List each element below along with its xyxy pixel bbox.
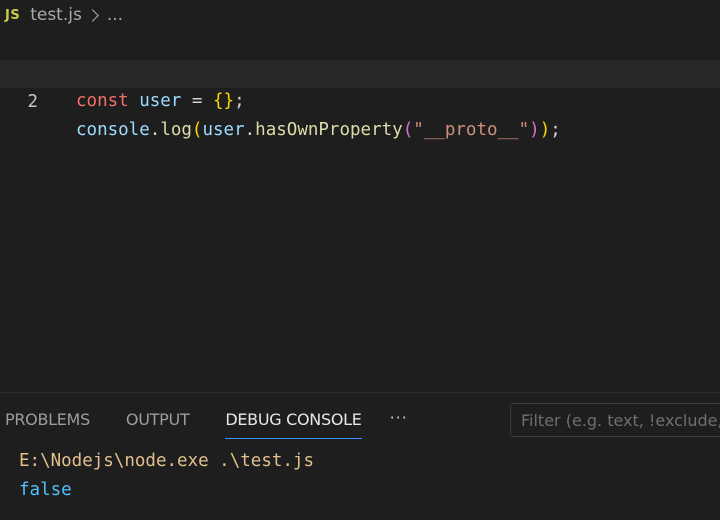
token-paren: ) [529, 120, 540, 140]
line-number: 2 [27, 92, 38, 112]
code-line[interactable]: 1 const user = {}; [0, 31, 720, 111]
token-function: hasOwnProperty [255, 120, 403, 140]
token-operator: = [181, 91, 213, 111]
chevron-right-icon [85, 9, 99, 22]
tab-debug-console[interactable]: DEBUG CONSOLE [225, 393, 362, 439]
token-paren: ) [539, 120, 551, 140]
console-output-line: false [19, 480, 72, 500]
token-brace: {} [213, 91, 235, 111]
token-variable: user [202, 120, 245, 140]
code-line-current[interactable]: 2 console.log(user.hasOwnProperty("__pro… [0, 60, 720, 140]
token-semicolon: ; [234, 91, 245, 111]
breadcrumb: JS test.js ... [0, 0, 720, 30]
token-paren: ( [191, 120, 203, 140]
breadcrumb-more[interactable]: ... [107, 5, 123, 25]
panel-tabs: PROBLEMS OUTPUT DEBUG CONSOLE ··· [0, 393, 408, 439]
token-string: "__proto__" [413, 120, 530, 140]
code-content: console.log(user.hasOwnProperty("__proto… [76, 116, 561, 144]
tab-problems[interactable]: PROBLEMS [5, 393, 90, 439]
bottom-panel: PROBLEMS OUTPUT DEBUG CONSOLE ··· E:\Nod… [0, 392, 720, 520]
token-dot: . [149, 120, 161, 140]
token-variable: user [139, 91, 182, 111]
debug-console-output: E:\Nodejs\node.exe .\test.js false [19, 447, 314, 505]
token-dot: . [244, 120, 256, 140]
tab-output[interactable]: OUTPUT [126, 393, 190, 439]
filter-input[interactable] [510, 403, 720, 437]
token-keyword: const [76, 91, 129, 111]
token-object: console [76, 120, 150, 140]
console-command-line: E:\Nodejs\node.exe .\test.js [19, 451, 315, 471]
token-paren: ( [402, 120, 414, 140]
code-content: const user = {}; [76, 87, 245, 115]
breadcrumb-file[interactable]: test.js [30, 5, 82, 25]
more-actions-icon[interactable]: ··· [390, 393, 408, 439]
token-function: log [160, 120, 192, 140]
token-semicolon: ; [550, 120, 561, 140]
code-editor[interactable]: 1 const user = {}; 2 console.log(user.ha… [0, 31, 720, 391]
vscode-window: JS test.js ... 1 const user = {}; 2 cons… [0, 0, 720, 520]
javascript-file-icon: JS [5, 7, 21, 23]
